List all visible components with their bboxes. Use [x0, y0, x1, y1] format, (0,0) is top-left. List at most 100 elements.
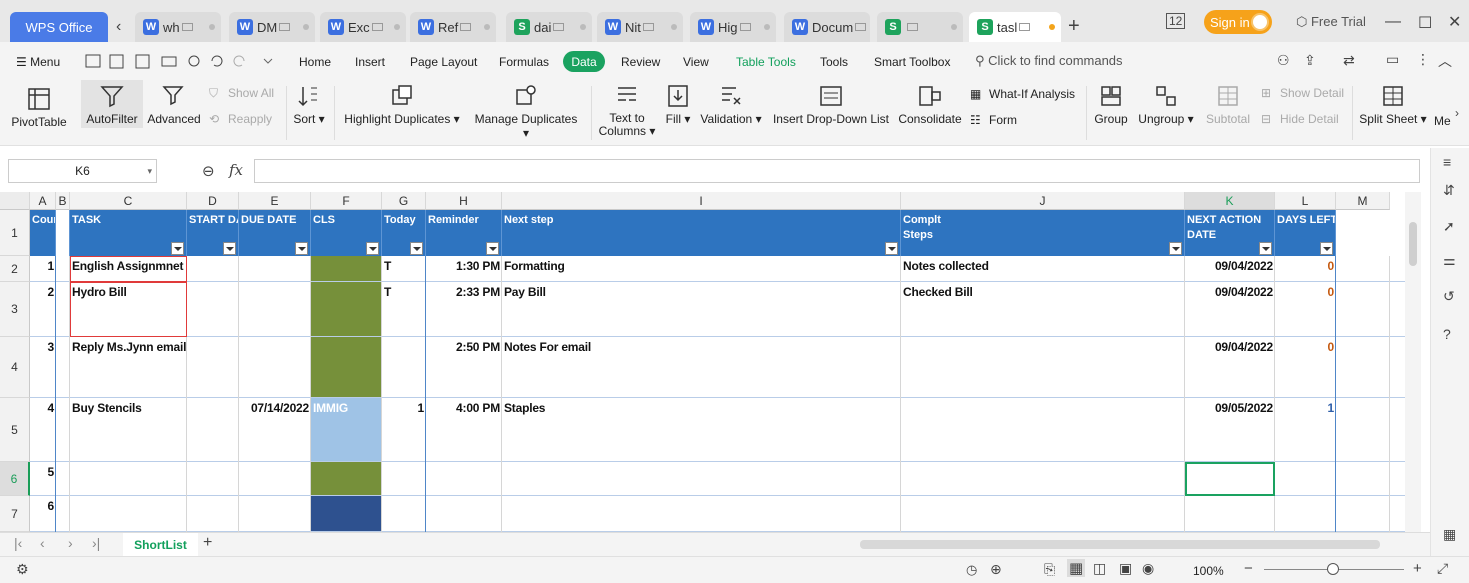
cell-f3[interactable] [311, 282, 382, 288]
file-tab[interactable]: W Ref [410, 12, 496, 42]
column-header-c[interactable]: C [70, 192, 187, 210]
filter-dropdown-icon[interactable] [1259, 242, 1272, 255]
page-layout-view-icon[interactable]: ◫ [1093, 560, 1106, 577]
cls-fill-cell[interactable] [311, 462, 382, 496]
file-tab[interactable]: W Exc [320, 12, 406, 42]
select-cursor-icon[interactable]: ➚ [1443, 218, 1455, 235]
horizontal-scrollbar[interactable] [860, 540, 1380, 549]
cell-l2[interactable]: 0 [1275, 256, 1336, 276]
cell-l4[interactable]: 0 [1275, 337, 1336, 357]
cell-e2[interactable] [239, 256, 311, 262]
file-tab[interactable]: Sdai [506, 12, 592, 42]
free-trial-button[interactable]: ⬡ Free Trial [1296, 14, 1366, 30]
cell-a4[interactable]: 3 [30, 337, 56, 357]
row-header-2[interactable]: 2 [0, 256, 30, 282]
column-header-h[interactable]: H [426, 192, 502, 210]
column-header-e[interactable]: E [239, 192, 311, 210]
file-tab[interactable]: W Docum [784, 12, 870, 42]
find-commands-search[interactable]: ⚲ Click to find commands [975, 53, 1123, 69]
menu-view[interactable]: View [683, 55, 709, 69]
column-header-j[interactable]: J [901, 192, 1185, 210]
maximize-icon[interactable]: ☐ [1418, 13, 1432, 33]
cell-e4[interactable] [239, 337, 311, 343]
hide-detail-button[interactable]: ⊟ Hide Detail [1261, 112, 1339, 126]
row-header-1[interactable]: 1 [0, 210, 30, 256]
menu-button[interactable]: ☰ Menu [16, 55, 60, 69]
cls-fill-cell[interactable] [311, 282, 382, 337]
zoom-level[interactable]: 100% [1193, 564, 1224, 578]
cell-h5[interactable]: 4:00 PM [426, 398, 502, 418]
new-tab-plus-icon[interactable]: + [1068, 15, 1080, 38]
close-icon[interactable]: ✕ [1448, 12, 1461, 32]
column-header-m[interactable]: M [1336, 192, 1390, 210]
cell-c5[interactable]: Buy Stencils [70, 398, 187, 418]
cell-g2[interactable]: T [382, 256, 426, 276]
fill-button[interactable]: Fill ▾ [662, 84, 694, 126]
show-detail-button[interactable]: ⊞ Show Detail [1261, 86, 1344, 100]
file-tab[interactable]: S [877, 12, 963, 42]
row-header-7[interactable]: 7 [0, 496, 30, 532]
sync-icon[interactable]: ⇄ [1343, 52, 1355, 69]
selected-cell-k6[interactable] [1185, 462, 1275, 496]
file-tab[interactable]: Stasl [969, 12, 1061, 42]
reapply-button[interactable]: ⟲ Reapply [209, 112, 272, 126]
name-box[interactable]: K6 ▾ [8, 159, 157, 183]
spreadsheet-grid[interactable]: ABCDEFGHIJKLM 1234567 CounTASKSTART DATD… [0, 192, 1405, 532]
filter-dropdown-icon[interactable] [366, 242, 379, 255]
collapse-panel-icon[interactable]: ≡ [1443, 154, 1451, 170]
cell-j4[interactable] [901, 337, 1185, 343]
first-sheet-icon[interactable]: |‹ [14, 535, 22, 551]
vertical-scrollbar[interactable] [1405, 192, 1421, 532]
column-header-g[interactable]: G [382, 192, 426, 210]
column-header-f[interactable]: F [311, 192, 382, 210]
row-header-3[interactable]: 3 [0, 282, 30, 337]
cell-g4[interactable] [382, 337, 426, 343]
autofilter-button[interactable]: AutoFilter [82, 84, 142, 126]
filter-dropdown-icon[interactable] [1169, 242, 1182, 255]
export-icon[interactable]: ⇪ [1304, 52, 1316, 69]
file-tab[interactable]: Wwh [135, 12, 221, 42]
fx-icon[interactable]: fx [229, 161, 243, 179]
cell-c2[interactable]: English Assignmnet [70, 256, 187, 276]
history-icon[interactable]: ↺ [1443, 288, 1455, 305]
tab-count-icon[interactable]: 12 [1166, 13, 1186, 29]
cell-a2[interactable]: 1 [30, 256, 56, 276]
menu-page-layout[interactable]: Page Layout [410, 55, 477, 69]
menu-home[interactable]: Home [299, 55, 331, 69]
cls-fill-cell[interactable] [311, 337, 382, 398]
freeze-panes-icon[interactable]: ⊕ [990, 561, 1002, 578]
filter-dropdown-icon[interactable] [486, 242, 499, 255]
page-break-view-icon[interactable]: ▣ [1119, 560, 1132, 577]
column-header-b[interactable]: B [56, 192, 70, 210]
more-options-icon[interactable]: ⋮ [1416, 51, 1430, 68]
filter-dropdown-icon[interactable] [1320, 242, 1333, 255]
property-icon[interactable]: ⇵ [1443, 182, 1455, 199]
focus-mode-icon[interactable]: ◷ [966, 562, 977, 578]
comment-icon[interactable]: ▭ [1386, 51, 1399, 68]
eye-protection-icon[interactable]: ◉ [1142, 560, 1154, 577]
apps-grid-icon[interactable]: ▦ [1443, 526, 1456, 543]
menu-formulas[interactable]: Formulas [499, 55, 549, 69]
cell-f2[interactable] [311, 256, 382, 262]
highlight-duplicates-button[interactable]: Highlight Duplicates ▾ [343, 84, 461, 126]
cell-h2[interactable]: 1:30 PM [426, 256, 502, 276]
settings-sliders-icon[interactable]: ⚌ [1443, 252, 1456, 269]
advanced-filter-button[interactable]: Advanced [146, 84, 202, 126]
cell-i2[interactable]: Formatting [502, 256, 901, 276]
cell-j3[interactable]: Checked Bill [901, 282, 1185, 302]
cell-l3[interactable]: 0 [1275, 282, 1336, 302]
cell-i5[interactable]: Staples [502, 398, 901, 418]
zoom-slider-thumb[interactable] [1327, 563, 1339, 575]
row-header-4[interactable]: 4 [0, 337, 30, 398]
filter-dropdown-icon[interactable] [885, 242, 898, 255]
prev-sheet-icon[interactable]: ‹ [40, 535, 45, 551]
zoom-out-icon[interactable]: − [1244, 560, 1253, 577]
what-if-analysis-button[interactable]: ▦ What-If Analysis [970, 87, 1075, 101]
ribbon-scroll-right-icon[interactable]: › [1455, 106, 1459, 120]
sort-button[interactable]: Sort ▾ [292, 84, 326, 126]
consolidate-button[interactable]: Consolidate [898, 84, 962, 126]
show-all-button[interactable]: ⛉ Show All [209, 86, 274, 100]
menu-tools[interactable]: Tools [820, 55, 848, 69]
column-header-d[interactable]: D [187, 192, 239, 210]
menu-smart-toolbox[interactable]: Smart Toolbox [874, 55, 950, 69]
